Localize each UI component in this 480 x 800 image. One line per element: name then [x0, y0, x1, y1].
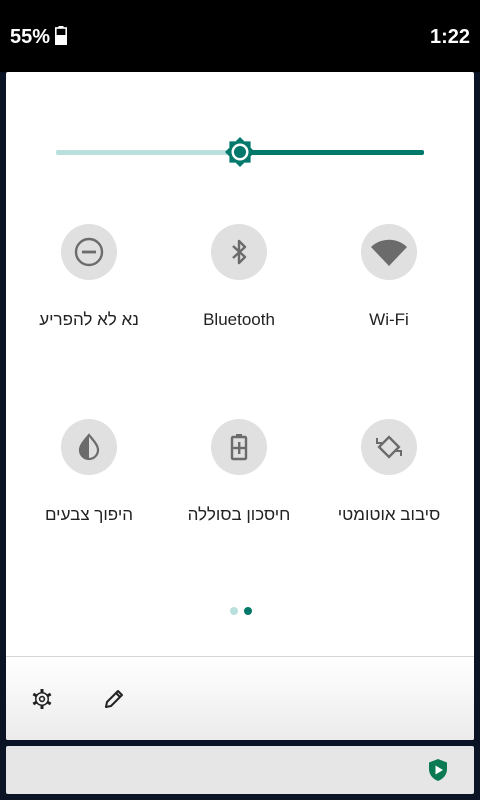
tile-bluetooth[interactable]: Bluetooth [164, 224, 314, 354]
do-not-disturb-icon [74, 237, 104, 267]
wifi-icon [371, 239, 407, 266]
page-dot-1[interactable] [230, 607, 238, 615]
tile-do-not-disturb[interactable]: נא לא להפריע [14, 224, 164, 354]
battery-icon [55, 26, 67, 45]
tile-battery-saver[interactable]: חיסכון בסוללה [164, 419, 314, 549]
tile-icon-background [211, 224, 267, 280]
brightness-track-inactive [56, 150, 240, 155]
battery-percentage: 55% [10, 26, 51, 48]
tile-label: Wi-Fi [369, 310, 409, 329]
tile-label: היפוך צבעים [44, 505, 134, 524]
notification-bar[interactable] [6, 746, 474, 794]
invert-colors-icon [78, 433, 100, 461]
brightness-track-active [240, 150, 424, 155]
battery-saver-icon [230, 434, 248, 461]
status-bar: 55% 1:22 [0, 0, 480, 72]
tile-label: נא לא להפריע [39, 310, 139, 329]
quick-settings-panel: נא לא להפריע Bluetooth Wi-Fi היפוך צבעים [6, 72, 474, 740]
tile-icon-background [211, 419, 267, 475]
tile-icon-background [361, 419, 417, 475]
quick-settings-footer [6, 656, 474, 740]
tile-icon-background [61, 419, 117, 475]
tile-label: Bluetooth [203, 310, 275, 329]
shield-play-icon [429, 759, 447, 781]
auto-rotate-icon [376, 435, 402, 459]
tile-label: סיבוב אוטומטי [337, 505, 441, 524]
pencil-icon [105, 690, 123, 708]
tile-icon-background [361, 224, 417, 280]
page-dot-2-active[interactable] [244, 607, 252, 615]
tile-label: חיסכון בסוללה [187, 505, 291, 524]
gear-icon [32, 689, 52, 709]
clock: 1:22 [429, 26, 470, 48]
tile-wifi[interactable]: Wi-Fi [314, 224, 464, 354]
tile-icon-background [61, 224, 117, 280]
brightness-icon[interactable] [224, 136, 256, 168]
page-indicator [230, 607, 260, 617]
tile-invert-colors[interactable]: היפוך צבעים [14, 419, 164, 549]
edit-button[interactable] [100, 685, 128, 713]
bluetooth-icon [232, 239, 247, 265]
tile-auto-rotate[interactable]: סיבוב אוטומטי [314, 419, 464, 549]
settings-button[interactable] [28, 685, 56, 713]
brightness-slider[interactable] [56, 134, 424, 170]
